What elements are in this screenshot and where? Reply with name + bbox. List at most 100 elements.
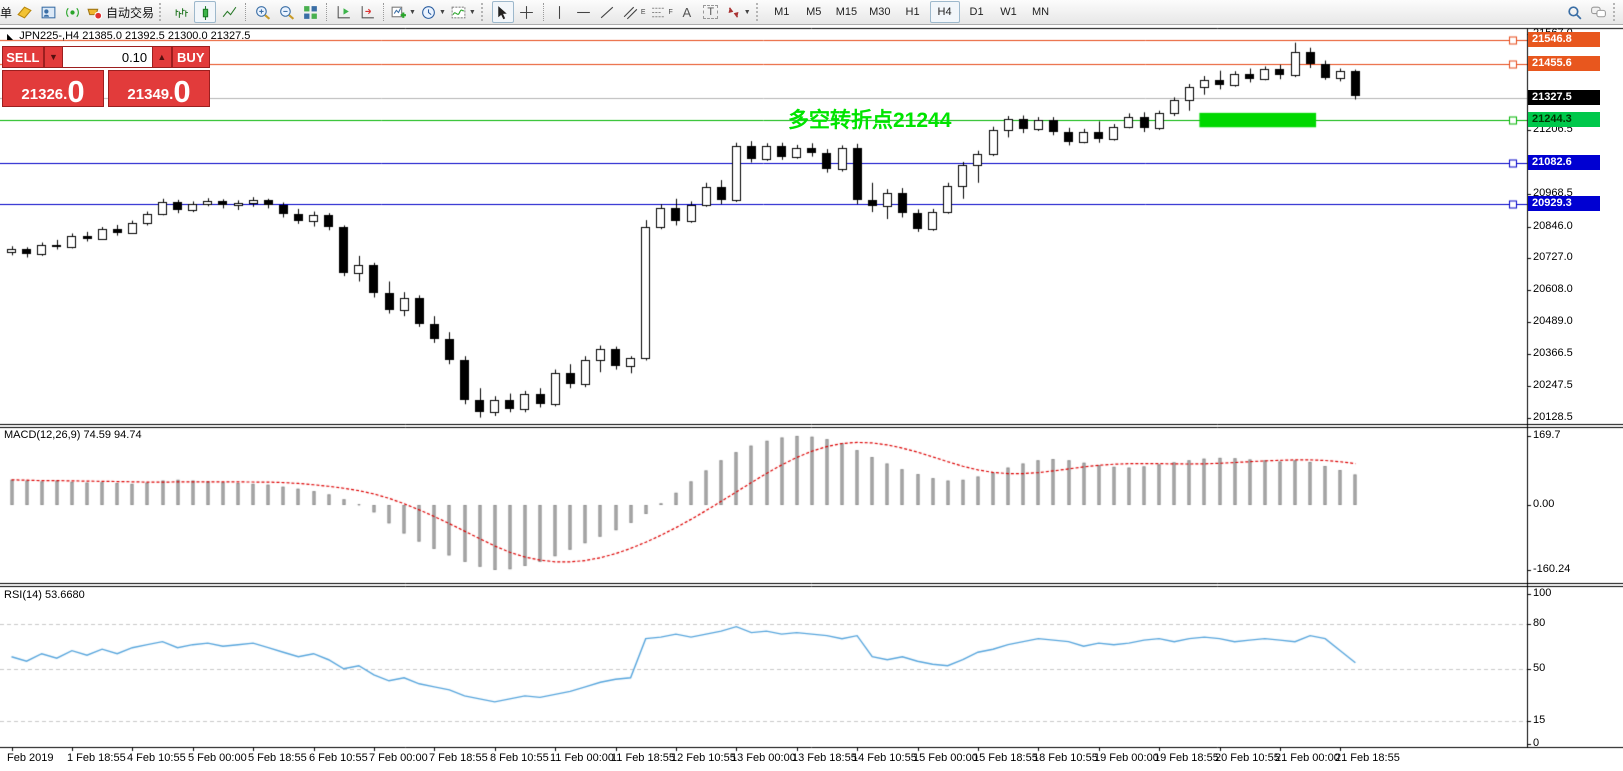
price-badge: 21546.8 [1528, 32, 1600, 47]
rsi-tick-label: 50 [1533, 662, 1545, 674]
autotrade-button[interactable]: 自动交易 [85, 1, 155, 23]
sell-price-big-digit: 0 [67, 78, 84, 105]
volume-decrease-button[interactable]: ▼ [44, 46, 63, 68]
vertical-line-button[interactable] [549, 1, 571, 23]
time-axis-label: 11 Feb 00:00 [550, 752, 614, 764]
fibonacci-button[interactable]: F [649, 1, 674, 23]
channel-letter: E [641, 9, 646, 16]
auto-scroll-icon [359, 4, 376, 21]
sell-price-main: 21326. [21, 85, 67, 105]
tf-h1-button[interactable]: H1 [898, 1, 928, 23]
new-order-button[interactable]: 单 [0, 4, 12, 21]
toolbar-separator [383, 3, 384, 21]
buy-price-display[interactable]: 21349.0 [108, 70, 210, 107]
time-axis-label: 15 Feb 18:55 [973, 752, 1038, 764]
rsi-tick-label: 100 [1533, 587, 1551, 599]
zoom-out-button[interactable] [275, 1, 297, 23]
auto-scroll-button[interactable] [356, 1, 378, 23]
zoom-out-icon [278, 4, 295, 21]
search-button[interactable] [1563, 1, 1585, 23]
sell-price-display[interactable]: 21326.0 [2, 70, 104, 107]
market-watch-icon [40, 4, 57, 21]
toolbar-grip [481, 3, 488, 21]
text-button[interactable]: A [676, 1, 698, 23]
price-tick-label: 20846.0 [1533, 220, 1573, 232]
price-tick-label: 20489.0 [1533, 315, 1573, 327]
time-axis-label: 4 Feb 10:55 [127, 752, 186, 764]
new-chart-button[interactable]: ▼ [389, 1, 417, 23]
price-tick-label: 20727.0 [1533, 251, 1573, 263]
arrows-button[interactable]: ▼ [724, 1, 752, 23]
zoom-in-button[interactable] [251, 1, 273, 23]
time-axis-label: 11 Feb 18:55 [611, 752, 675, 764]
price-tick-label: 20608.0 [1533, 283, 1573, 295]
new-chart-icon [390, 4, 407, 21]
chart-shift-button[interactable] [332, 1, 354, 23]
time-axis-label: 19 Feb 18:55 [1154, 752, 1219, 764]
autotrade-icon [86, 4, 103, 21]
search-icon [1566, 4, 1583, 21]
candlestick-chart-button[interactable] [194, 1, 216, 23]
time-axis-label: 13 Feb 00:00 [731, 752, 796, 764]
indicators-button[interactable]: ▼ [449, 1, 477, 23]
market-watch-button[interactable] [37, 1, 59, 23]
crosshair-button[interactable] [516, 1, 538, 23]
tf-m1-button[interactable]: M1 [767, 1, 797, 23]
symbol-marker-icon: ◣ [7, 32, 13, 41]
tile-windows-icon [302, 4, 319, 21]
label-button[interactable]: T [700, 1, 722, 23]
line-chart-icon [221, 4, 238, 21]
signal-icon [64, 4, 81, 21]
time-axis-label: 5 Feb 00:00 [188, 752, 247, 764]
zoom-in-icon [254, 4, 271, 21]
tf-h4-button[interactable]: H4 [930, 1, 960, 23]
tf-m15-button[interactable]: M15 [831, 1, 862, 23]
yellow-tool-button[interactable] [13, 1, 35, 23]
chat-button[interactable] [1587, 1, 1609, 23]
tf-w1-button[interactable]: W1 [994, 1, 1024, 23]
time-axis-label: 14 Feb 10:55 [852, 752, 917, 764]
time-axis-label: 21 Feb 18:55 [1335, 752, 1400, 764]
trendline-button[interactable] [597, 1, 619, 23]
time-axis-label: Feb 2019 [7, 752, 53, 764]
volume-increase-button[interactable]: ▲ [152, 46, 171, 68]
toolbar-grip [1613, 3, 1620, 21]
time-axis-label: 1 Feb 18:55 [67, 752, 126, 764]
dropdown-arrow-icon: ▼ [469, 9, 476, 16]
macd-tick-label: 169.7 [1533, 429, 1561, 441]
toolbar-grip [159, 3, 166, 21]
time-axis-label: 18 Feb 10:55 [1033, 752, 1098, 764]
price-badge: 21082.6 [1528, 155, 1600, 170]
bar-chart-button[interactable] [170, 1, 192, 23]
tf-m30-button[interactable]: M30 [864, 1, 895, 23]
yellow-tool-icon [16, 4, 33, 21]
volume-input[interactable] [63, 46, 152, 68]
price-badge: 21244.3 [1528, 112, 1600, 127]
tile-windows-button[interactable] [299, 1, 321, 23]
toolbar-separator [326, 3, 327, 21]
time-axis-label: 7 Feb 00:00 [369, 752, 428, 764]
line-chart-button[interactable] [218, 1, 240, 23]
buy-button[interactable]: BUY [172, 46, 210, 68]
sell-button[interactable]: SELL [2, 46, 44, 68]
horizontal-line-icon [575, 4, 592, 21]
signal-button[interactable] [61, 1, 83, 23]
horizontal-line-button[interactable] [573, 1, 595, 23]
one-click-trade-panel: SELL ▼ ▲ BUY 21326.0 21349.0 [2, 46, 210, 107]
channel-icon [622, 4, 639, 21]
tf-d1-button[interactable]: D1 [962, 1, 992, 23]
rsi-indicator-label: RSI(14) 53.6680 [4, 589, 85, 601]
dropdown-arrow-icon: ▼ [439, 9, 446, 16]
tf-m5-button[interactable]: M5 [799, 1, 829, 23]
chart-header: ◣ JPN225-,H4 21385.0 21392.5 21300.0 213… [7, 30, 250, 42]
autotrade-label: 自动交易 [106, 4, 154, 21]
periods-button[interactable]: ▼ [419, 1, 447, 23]
pivot-annotation: 多空转折点21244 [788, 104, 951, 134]
channel-button[interactable]: E [621, 1, 647, 23]
cursor-button[interactable] [492, 1, 514, 23]
time-axis-label: 6 Feb 10:55 [309, 752, 368, 764]
time-axis-label: 19 Feb 00:00 [1094, 752, 1159, 764]
tf-mn-button[interactable]: MN [1026, 1, 1056, 23]
time-axis-label: 8 Feb 10:55 [490, 752, 549, 764]
time-axis-label: 13 Feb 18:55 [792, 752, 857, 764]
